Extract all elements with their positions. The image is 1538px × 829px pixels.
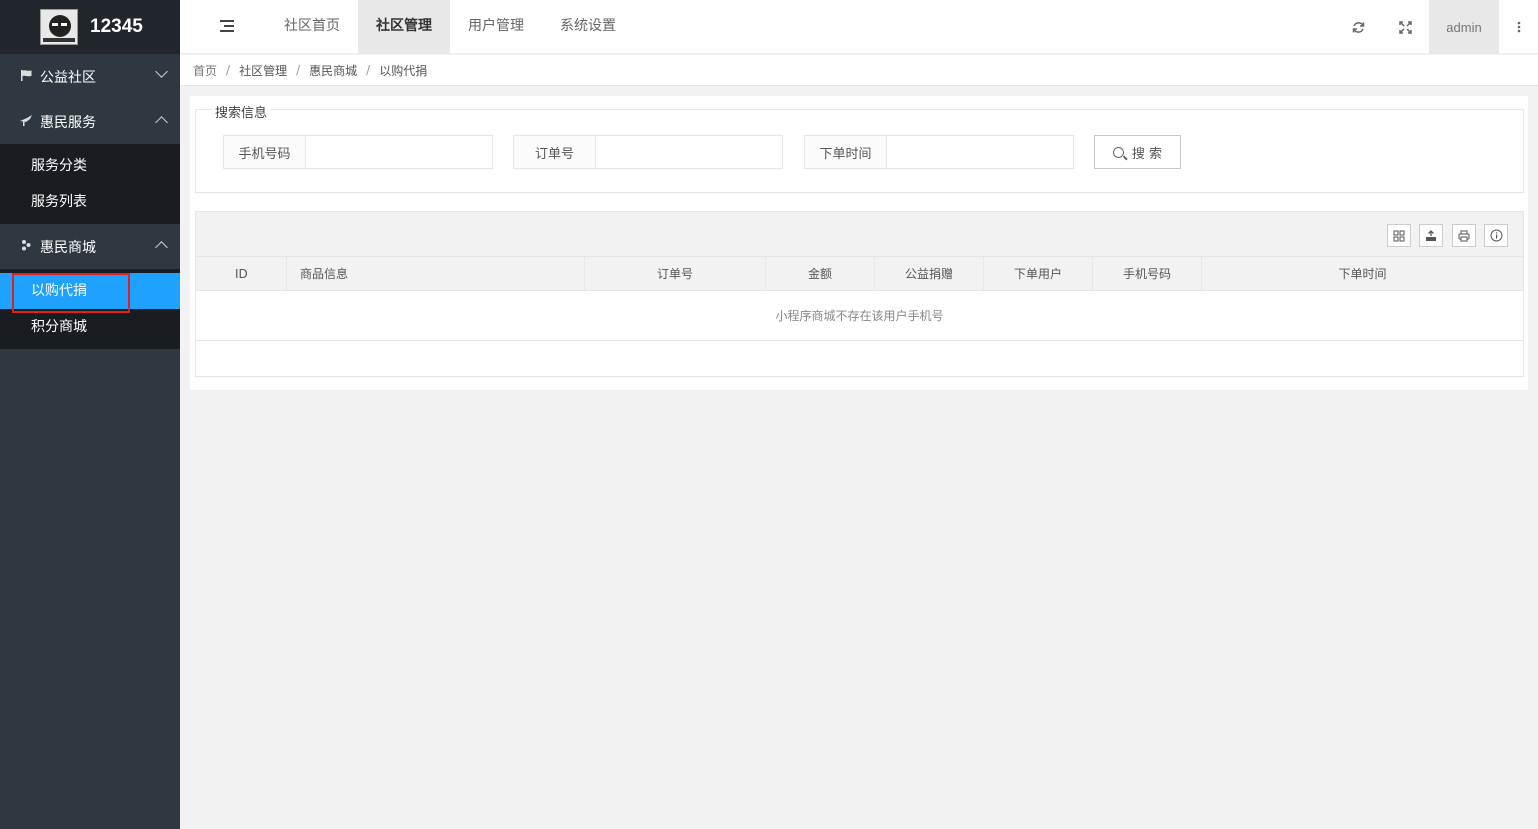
sidebar-group-benefit-mall[interactable]: 惠民商城 [0,224,180,269]
search-icon [1112,146,1124,158]
logo[interactable]: 12345 [0,0,180,54]
main-panel: 搜索信息 手机号码 订单号 下单时间 搜 索 ID 商品信息 订单号 金额 公益… [190,96,1528,390]
tab-user-manage[interactable]: 用户管理 [450,0,542,54]
sidebar-submenu-mall: 以购代捐 积分商城 [0,269,180,349]
breadcrumb-item-community-manage[interactable]: 社区管理 [239,62,287,79]
sidebar-item-buy-to-donate[interactable]: 以购代捐 [0,273,180,313]
sidebar-group-label: 惠民服务 [40,114,96,131]
columns-icon[interactable] [1387,224,1411,247]
top-tabs: 社区首页 社区管理 用户管理 系统设置 [266,0,634,54]
tab-system-settings[interactable]: 系统设置 [542,0,634,54]
column-product-info: 商品信息 [287,257,585,290]
column-id: ID [196,257,287,290]
export-icon[interactable] [1419,224,1443,247]
order-no-label: 订单号 [514,136,596,168]
column-order-no: 订单号 [585,257,766,290]
search-fieldset: 搜索信息 手机号码 订单号 下单时间 搜 索 [195,102,1524,193]
search-button[interactable]: 搜 索 [1094,135,1181,169]
info-icon[interactable] [1484,224,1508,247]
sidebar-group-label: 惠民商城 [40,239,96,256]
sidebar-group-benefit-service[interactable]: 惠民服务 [0,99,180,144]
breadcrumb-item-current: 以购代捐 [379,63,428,78]
print-icon[interactable] [1452,224,1476,247]
chevron-up-icon [155,116,168,129]
breadcrumb-separator: / [366,63,371,77]
sidebar-item-service-list[interactable]: 服务列表 [0,184,180,220]
column-order-time: 下单时间 [1338,267,1387,281]
breadcrumb-separator: / [296,63,301,77]
data-table: ID 商品信息 订单号 金额 公益捐赠 下单用户 手机号码 下单时间 小程序商城… [195,211,1524,377]
order-no-search-field: 订单号 [513,135,783,169]
tab-community-home[interactable]: 社区首页 [266,0,358,54]
top-right-actions: admin [1335,0,1538,54]
sidebar: 12345 公益社区 惠民服务 服务分类 服务列表 惠民商城 以购代捐 积分商城 [0,0,180,829]
column-phone: 手机号码 [1093,257,1202,290]
tab-community-manage[interactable]: 社区管理 [358,0,450,54]
chevron-up-icon [155,241,168,254]
more-icon[interactable] [1499,0,1538,54]
chevron-down-icon [155,65,168,78]
column-amount: 金额 [766,257,875,290]
order-time-label: 下单时间 [805,136,887,168]
shop-icon [18,239,34,254]
user-menu[interactable]: admin [1429,0,1499,54]
refresh-icon[interactable] [1335,0,1382,54]
order-no-input[interactable] [596,136,782,168]
top-bar: 社区首页 社区管理 用户管理 系统设置 admin [180,0,1538,54]
order-time-input[interactable] [887,136,1073,168]
flag-icon [18,69,34,84]
sidebar-item-points-mall[interactable]: 积分商城 [0,309,180,345]
column-donation: 公益捐赠 [875,257,984,290]
sidebar-submenu-service: 服务分类 服务列表 [0,144,180,224]
search-legend: 搜索信息 [212,102,271,121]
sidebar-group-label: 公益社区 [40,69,96,86]
table-toolbar [196,212,1523,257]
logo-image [40,9,78,45]
breadcrumb-item-home[interactable]: 首页 [193,62,217,79]
menu-toggle-icon[interactable] [220,20,234,32]
breadcrumb: 首页 / 社区管理 / 惠民商城 / 以购代捐 [180,55,1538,86]
logo-text: 12345 [90,16,143,37]
column-order-user: 下单用户 [984,257,1093,290]
breadcrumb-separator: / [226,63,231,77]
sidebar-item-service-category[interactable]: 服务分类 [0,148,180,184]
phone-label: 手机号码 [224,136,306,168]
breadcrumb-item-benefit-mall[interactable]: 惠民商城 [309,62,357,79]
search-button-label: 搜 索 [1131,146,1163,162]
phone-search-field: 手机号码 [223,135,493,169]
sidebar-group-public-community[interactable]: 公益社区 [0,54,180,99]
fullscreen-icon[interactable] [1382,0,1429,54]
table-empty-message: 小程序商城不存在该用户手机号 [196,291,1523,341]
phone-input[interactable] [306,136,492,168]
order-time-search-field: 下单时间 [804,135,1074,169]
table-header: ID 商品信息 订单号 金额 公益捐赠 下单用户 手机号码 下单时间 [196,257,1523,291]
tool-icon [18,114,34,129]
